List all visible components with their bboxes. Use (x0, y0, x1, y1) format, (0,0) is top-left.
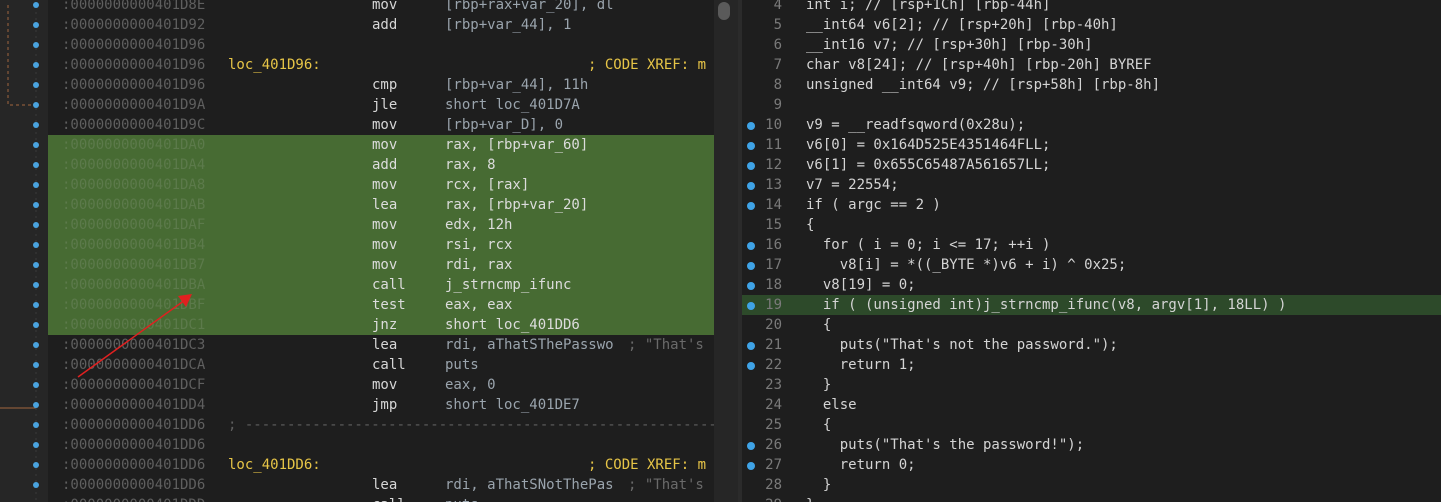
code-text[interactable]: } (806, 495, 814, 502)
pseudocode-line[interactable]: 19 if ( (unsigned int)j_strncmp_ifunc(v8… (742, 295, 1441, 315)
line-number: 12 (765, 157, 782, 173)
line-number: 13 (765, 177, 782, 193)
breakpoint-dot-icon[interactable] (747, 122, 755, 130)
pseudocode-line[interactable]: 18 v8[19] = 0; (742, 275, 1441, 295)
line-number: 20 (765, 317, 782, 333)
pseudocode-line[interactable]: 6 __int16 v7; // [rsp+30h] [rbp-30h] (742, 35, 1441, 55)
code-text[interactable]: int i; // [rsp+1Ch] [rbp-44h] (806, 0, 1050, 15)
code-text[interactable]: v7 = 22554; (806, 175, 899, 195)
breakpoint-dot-icon[interactable] (747, 342, 755, 350)
disassembly-scroll-thumb[interactable] (718, 2, 730, 20)
pseudocode-line[interactable]: 21 puts("That's not the password."); (742, 335, 1441, 355)
pseudocode-line[interactable]: 17 v8[i] = *((_BYTE *)v6 + i) ^ 0x25; (742, 255, 1441, 275)
line-number: 22 (765, 357, 782, 373)
pseudocode-line[interactable]: 12 v6[1] = 0x655C65487A561657LL; (742, 155, 1441, 175)
code-text[interactable]: } (806, 375, 831, 395)
pseudocode-line[interactable]: 14 if ( argc == 2 ) (742, 195, 1441, 215)
line-number: 17 (765, 257, 782, 273)
code-text[interactable]: else (806, 395, 857, 415)
pseudocode-line[interactable]: 29} (742, 495, 1441, 502)
code-text[interactable]: v8[i] = *((_BYTE *)v6 + i) ^ 0x25; (806, 255, 1127, 275)
line-number: 7 (773, 57, 782, 73)
xref-arrow-icon (77, 294, 192, 378)
code-text[interactable]: unsigned __int64 v9; // [rsp+58h] [rbp-8… (806, 75, 1160, 95)
breakpoint-dot-icon[interactable] (747, 142, 755, 150)
pseudocode-line[interactable]: 9 (742, 95, 1441, 115)
pseudocode-line[interactable]: 27 return 0; (742, 455, 1441, 475)
line-number: 6 (773, 37, 782, 53)
breakpoint-dot-icon[interactable] (747, 182, 755, 190)
line-number: 4 (773, 0, 782, 13)
line-number: 11 (765, 137, 782, 153)
line-number: 28 (765, 477, 782, 493)
line-number: 5 (773, 17, 782, 33)
pseudocode-line[interactable]: 4 int i; // [rsp+1Ch] [rbp-44h] (742, 0, 1441, 15)
code-text[interactable]: puts("That's the password!"); (806, 435, 1084, 455)
line-number: 10 (765, 117, 782, 133)
pseudocode-line[interactable]: 7 char v8[24]; // [rsp+40h] [rbp-20h] BYR… (742, 55, 1441, 75)
line-number: 14 (765, 197, 782, 213)
pseudocode-listing[interactable]: 4 int i; // [rsp+1Ch] [rbp-44h] 5 __int64 v… (742, 0, 1441, 502)
pseudocode-line[interactable]: 20 { (742, 315, 1441, 335)
code-text[interactable]: __int64 v6[2]; // [rsp+20h] [rbp-40h] (806, 15, 1118, 35)
disassembly-view[interactable]: :0000000000401D8E mov [rbp+rax+var_20], dl… (0, 0, 738, 502)
code-text[interactable]: __int16 v7; // [rsp+30h] [rbp-30h] (806, 35, 1093, 55)
line-number: 18 (765, 277, 782, 293)
line-number: 24 (765, 397, 782, 413)
code-text[interactable]: puts("That's not the password."); (806, 335, 1118, 355)
breakpoint-dot-icon[interactable] (747, 302, 755, 310)
pseudocode-line[interactable]: 23 } (742, 375, 1441, 395)
breakpoint-dot-icon[interactable] (747, 362, 755, 370)
breakpoint-dot-icon[interactable] (747, 162, 755, 170)
code-text[interactable]: v6[1] = 0x655C65487A561657LL; (806, 155, 1050, 175)
line-number: 23 (765, 377, 782, 393)
breakpoint-dot-icon[interactable] (747, 202, 755, 210)
code-text[interactable]: v6[0] = 0x164D525E4351464FLL; (806, 135, 1050, 155)
code-text[interactable]: { (806, 215, 814, 235)
line-number: 27 (765, 457, 782, 473)
code-text[interactable]: for ( i = 0; i <= 17; ++i ) (806, 235, 1051, 255)
line-number: 26 (765, 437, 782, 453)
code-text[interactable]: if ( argc == 2 ) (806, 195, 941, 215)
pseudocode-view[interactable]: 4 int i; // [rsp+1Ch] [rbp-44h] 5 __int64 v… (742, 0, 1441, 502)
line-number: 19 (765, 297, 782, 313)
code-text[interactable]: } (806, 475, 831, 495)
code-text[interactable]: v9 = __readfsqword(0x28u); (806, 115, 1025, 135)
pseudocode-line[interactable]: 16 for ( i = 0; i <= 17; ++i ) (742, 235, 1441, 255)
code-text[interactable]: char v8[24]; // [rsp+40h] [rbp-20h] BYRE… (806, 55, 1152, 75)
pseudocode-line[interactable]: 11 v6[0] = 0x164D525E4351464FLL; (742, 135, 1441, 155)
breakpoint-dot-icon[interactable] (747, 242, 755, 250)
code-text[interactable]: v8[19] = 0; (806, 275, 916, 295)
line-number: 8 (773, 77, 782, 93)
pseudocode-line[interactable]: 13 v7 = 22554; (742, 175, 1441, 195)
breakpoint-dot-icon[interactable] (747, 462, 755, 470)
pseudocode-line[interactable]: 25 { (742, 415, 1441, 435)
pseudocode-line[interactable]: 10 v9 = __readfsqword(0x28u); (742, 115, 1441, 135)
code-text[interactable]: return 0; (806, 455, 916, 475)
line-number: 9 (773, 97, 782, 113)
pseudocode-line[interactable]: 5 __int64 v6[2]; // [rsp+20h] [rbp-40h] (742, 15, 1441, 35)
disassembly-scrollbar[interactable] (714, 0, 738, 502)
line-number: 29 (760, 495, 782, 502)
breakpoint-dot-icon[interactable] (747, 262, 755, 270)
line-number: 21 (765, 337, 782, 353)
line-number: 16 (765, 237, 782, 253)
breakpoint-dot-icon[interactable] (747, 442, 755, 450)
pseudocode-line[interactable]: 15 { (742, 215, 1441, 235)
code-text[interactable]: return 1; (806, 355, 916, 375)
code-text[interactable]: { (806, 315, 831, 335)
code-text[interactable]: { (806, 415, 831, 435)
pseudocode-line[interactable]: 24 else (742, 395, 1441, 415)
code-text[interactable]: if ( (unsigned int)j_strncmp_ifunc(v8, a… (806, 295, 1287, 315)
pseudocode-line[interactable]: 22 return 1; (742, 355, 1441, 375)
pseudocode-line[interactable]: 28 } (742, 475, 1441, 495)
breakpoint-dot-icon[interactable] (747, 282, 755, 290)
line-number: 15 (765, 217, 782, 233)
pseudocode-line[interactable]: 8 unsigned __int64 v9; // [rsp+58h] [rbp-… (742, 75, 1441, 95)
line-number: 25 (765, 417, 782, 433)
pseudocode-line[interactable]: 26 puts("That's the password!"); (742, 435, 1441, 455)
